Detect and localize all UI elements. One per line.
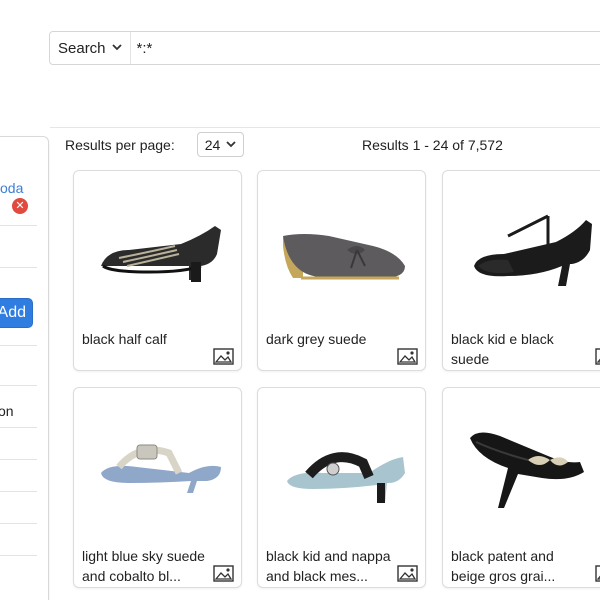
product-image[interactable] [86, 183, 231, 308]
divider [0, 555, 37, 556]
results-count: Results 1 - 24 of 7,572 [362, 137, 503, 153]
shoe-image [473, 214, 592, 286]
divider [0, 225, 37, 226]
product-title[interactable]: black kid e black suede [451, 329, 577, 369]
shoe-image [100, 225, 221, 282]
divider [0, 427, 37, 428]
product-image[interactable] [86, 400, 231, 525]
divider [0, 523, 37, 524]
image-icon[interactable] [595, 348, 600, 365]
product-image[interactable] [455, 183, 600, 308]
product-card[interactable]: black patent and beige gros grai... [442, 387, 600, 588]
product-card[interactable]: black kid and nappa and black mes... [257, 387, 426, 588]
image-icon[interactable] [595, 565, 600, 582]
remove-filter-icon[interactable]: ✕ [12, 198, 28, 214]
divider [0, 459, 37, 460]
product-image[interactable] [455, 400, 600, 525]
product-title[interactable]: black kid and nappa and black mes... [266, 546, 392, 586]
facet-sidebar: oda ✕ Add on [0, 136, 49, 600]
product-card[interactable]: dark grey suede [257, 170, 426, 371]
product-card[interactable]: black kid e black suede [442, 170, 600, 371]
image-icon[interactable] [397, 565, 418, 582]
shoe-image [286, 451, 405, 503]
product-image[interactable] [270, 400, 415, 525]
search-input[interactable] [130, 32, 600, 64]
selected-filter-link[interactable]: oda [0, 180, 23, 196]
product-title[interactable]: black patent and beige gros grai... [451, 546, 577, 586]
add-button[interactable]: Add [0, 298, 33, 328]
product-title[interactable]: dark grey suede [266, 329, 392, 349]
search-type-label: Search [58, 39, 106, 57]
image-icon[interactable] [213, 348, 234, 365]
product-image[interactable] [270, 183, 415, 308]
results-per-page-value: 24 [204, 136, 221, 153]
divider [0, 491, 37, 492]
image-icon[interactable] [213, 565, 234, 582]
search-bar: Search [49, 31, 600, 65]
results-per-page-select[interactable]: 24 [197, 132, 244, 157]
page: Search oda ✕ Add on Results per page: 24… [0, 0, 600, 600]
shoe-image [282, 233, 405, 279]
product-title[interactable]: light blue sky suede and cobalto bl... [82, 546, 208, 586]
results-per-page-label: Results per page: [65, 137, 175, 153]
shoe-image [100, 444, 221, 493]
product-card[interactable]: light blue sky suede and cobalto bl... [73, 387, 242, 588]
chevron-down-icon [111, 43, 122, 54]
chevron-down-icon [226, 141, 236, 148]
image-icon[interactable] [397, 348, 418, 365]
divider [0, 385, 37, 386]
search-type-dropdown[interactable]: Search [50, 32, 131, 64]
product-title[interactable]: black half calf [82, 329, 208, 349]
divider [50, 127, 600, 128]
shoe-image [469, 431, 584, 508]
facet-item[interactable]: on [0, 403, 14, 419]
divider [0, 267, 37, 268]
divider [0, 345, 37, 346]
product-card[interactable]: black half calf [73, 170, 242, 371]
